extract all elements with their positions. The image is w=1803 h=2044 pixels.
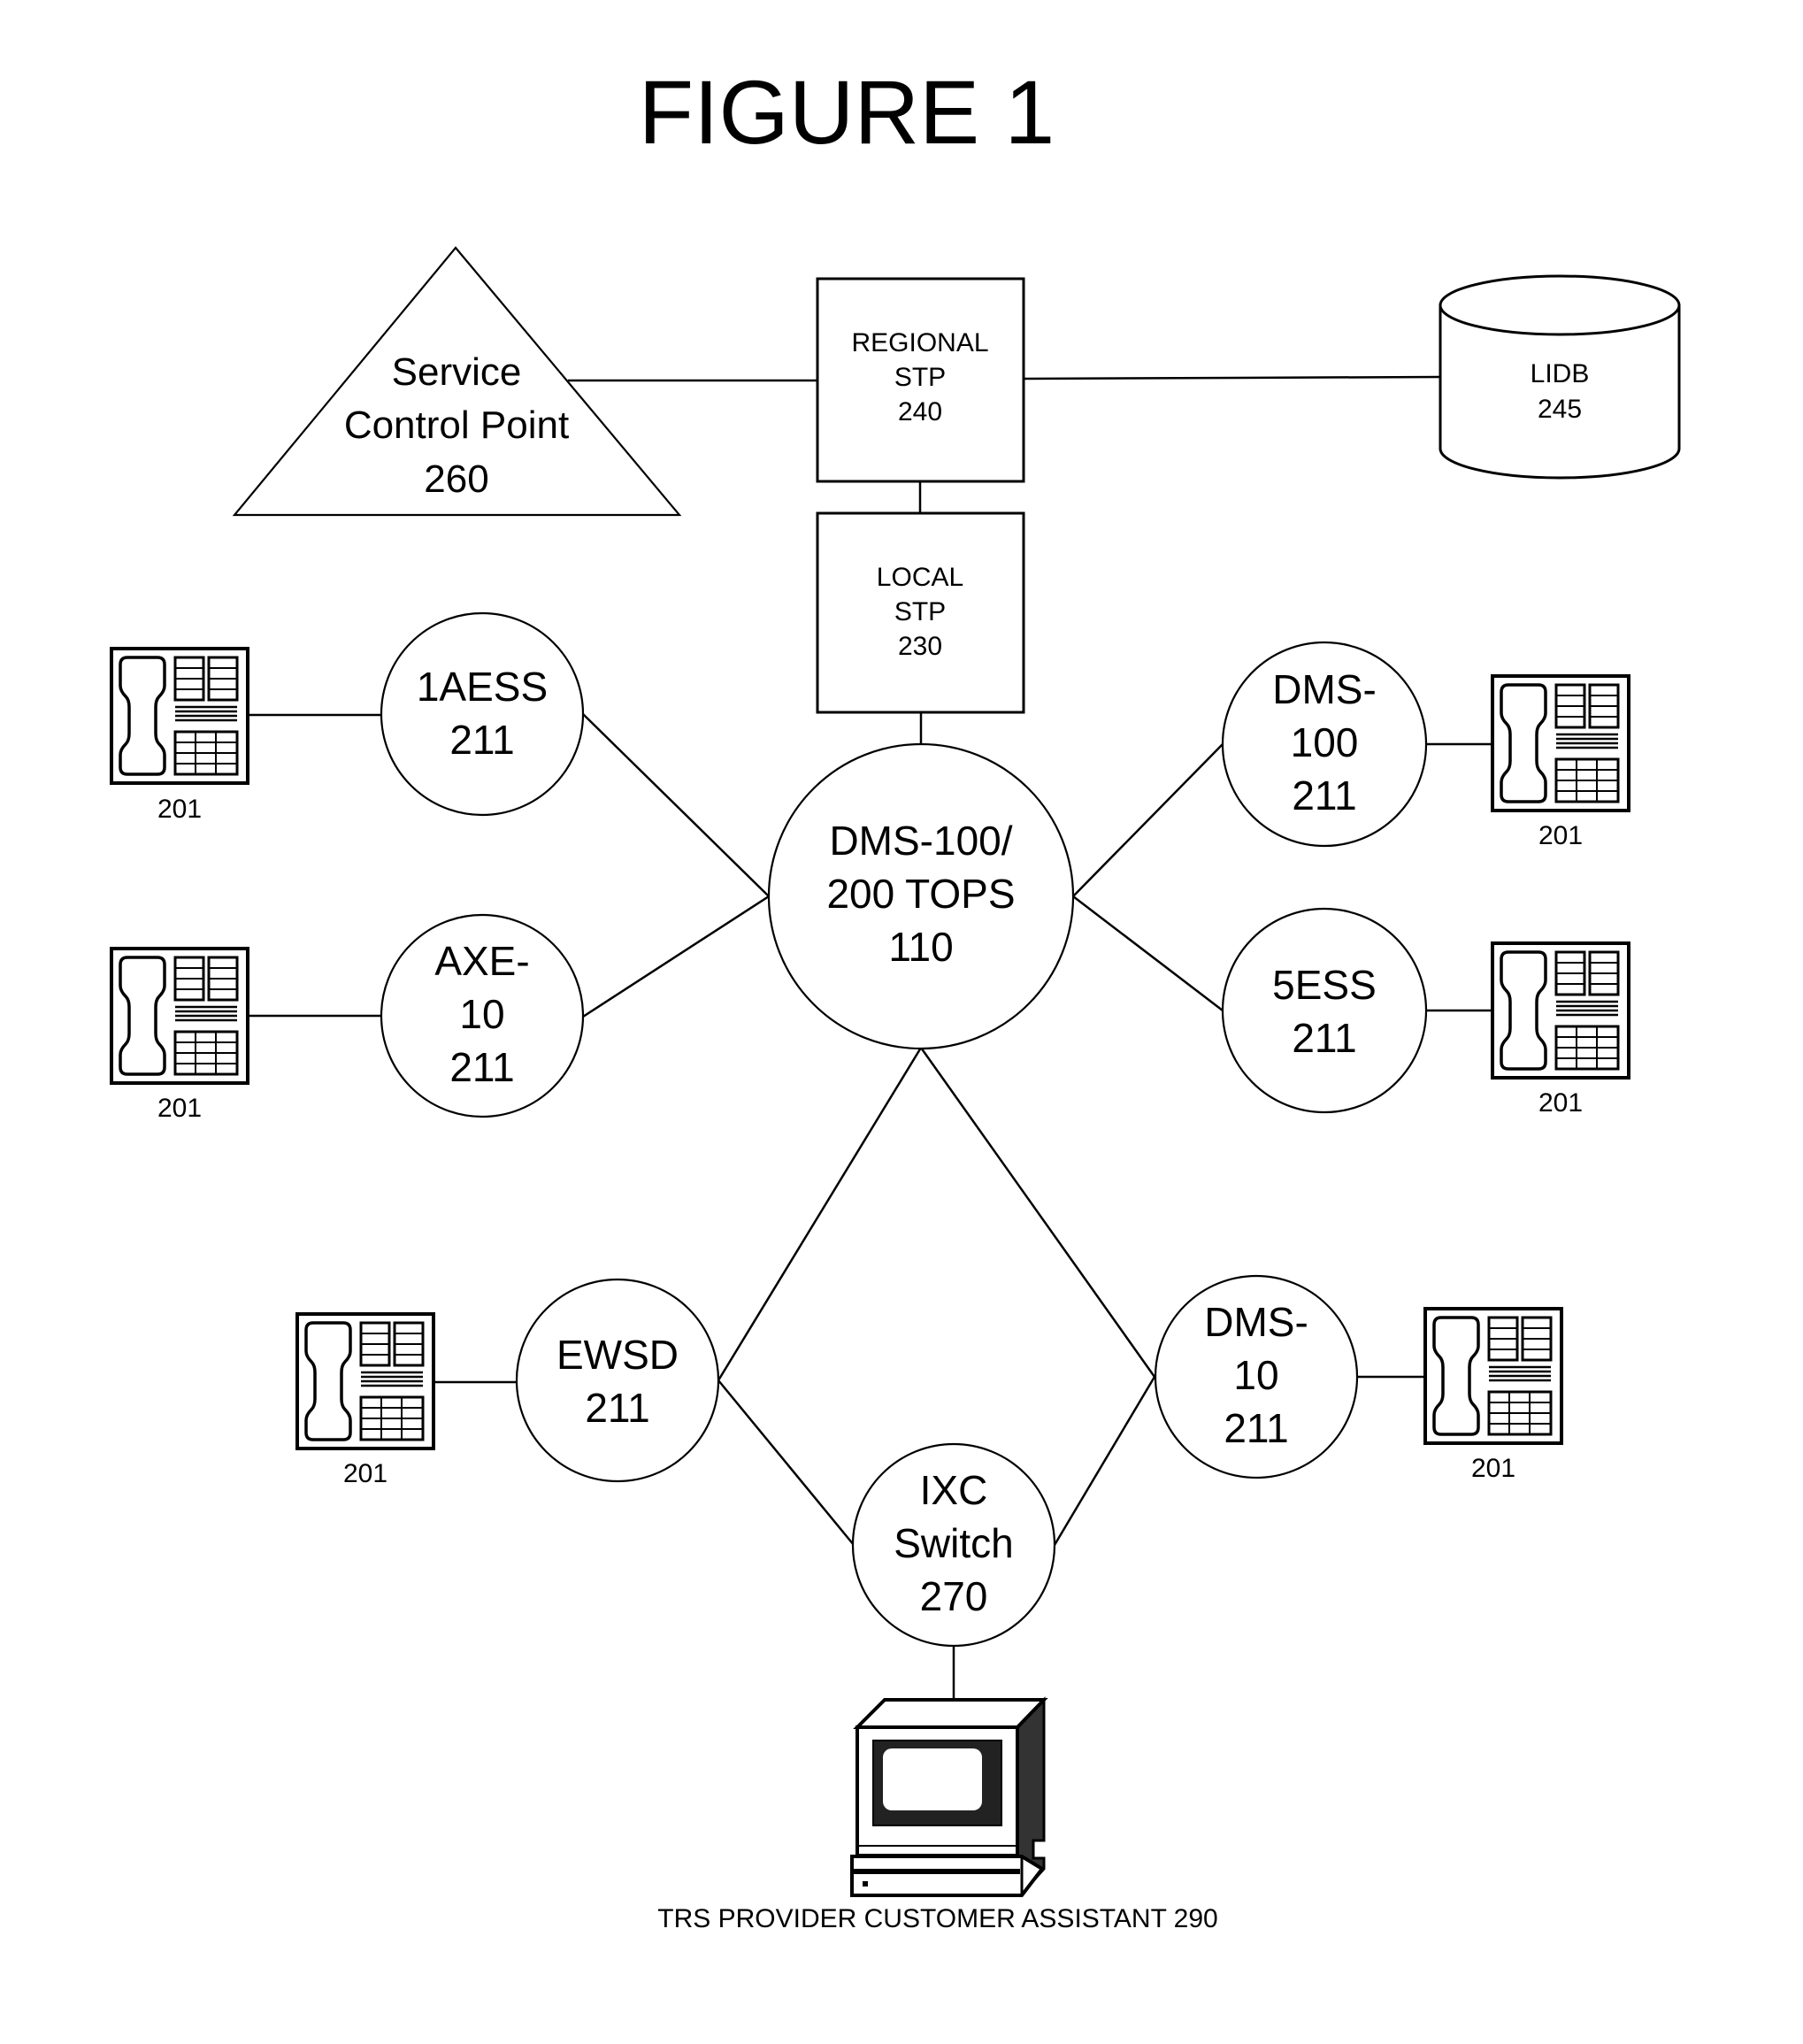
database-top-icon xyxy=(1439,274,1681,336)
node-label-line: 260 xyxy=(424,457,488,501)
link-ewsd-ixc xyxy=(717,1379,855,1546)
link-dms100-tops xyxy=(1072,743,1224,897)
node-label-line: IXC xyxy=(920,1467,988,1513)
node-label-line: 10 xyxy=(1233,1352,1278,1398)
switch-5ess-node[interactable]: 5ESS 211 xyxy=(1221,907,1428,1114)
ixc-switch-node[interactable]: IXC Switch 270 xyxy=(851,1442,1056,1648)
node-label-line: 211 xyxy=(585,1385,649,1431)
computer-terminal-icon xyxy=(850,1696,1048,1897)
node-label-line: DMS- xyxy=(1204,1299,1308,1345)
network-diagram: FIGURE 1 Service Control Point 260 REGIO… xyxy=(110,62,1681,1933)
link-5ess-tops xyxy=(1072,895,1224,1011)
node-label-line: AXE- xyxy=(434,938,529,984)
telephone-icon xyxy=(110,647,249,785)
node-label-line: STP xyxy=(894,597,946,626)
link-regional-stp-lidb xyxy=(1023,375,1441,380)
node-label-line: 211 xyxy=(449,717,514,763)
node-label-line: STP xyxy=(894,363,946,392)
link-1aess-tops xyxy=(582,713,770,897)
phone-label: 201 xyxy=(1471,1454,1515,1483)
switch-dms100-node[interactable]: DMS- 100 211 xyxy=(1221,641,1428,848)
phone-dms10[interactable]: 201 xyxy=(1423,1307,1563,1483)
node-label-line: Control Point xyxy=(344,403,569,447)
node-label-line: 270 xyxy=(920,1573,988,1619)
node-label-line: LIDB xyxy=(1531,359,1590,388)
node-label-line: 110 xyxy=(888,924,953,970)
node-label-line: 200 TOPS xyxy=(826,871,1015,917)
link-axe10-tops xyxy=(582,895,770,1018)
link-tops-ewsd xyxy=(717,1047,923,1381)
switch-dms10-node[interactable]: DMS- 10 211 xyxy=(1154,1274,1359,1479)
node-label-line: 240 xyxy=(898,397,942,426)
trs-terminal[interactable]: TRS PROVIDER CUSTOMER ASSISTANT 290 xyxy=(657,1696,1218,1933)
phone-label: 201 xyxy=(1538,821,1583,850)
switch-1aess-node[interactable]: 1AESS 211 xyxy=(380,611,585,817)
node-label-line: 100 xyxy=(1291,719,1359,765)
phone-label: 201 xyxy=(1538,1088,1583,1118)
node-label-line: 245 xyxy=(1538,395,1582,424)
switch-circle-icon xyxy=(1221,907,1428,1114)
node-label-line: DMS-100/ xyxy=(829,818,1012,864)
node-label-line: DMS- xyxy=(1272,666,1377,712)
local-stp-node[interactable]: LOCAL STP 230 xyxy=(816,511,1025,714)
switch-ewsd-node[interactable]: EWSD 211 xyxy=(515,1278,720,1483)
telephone-icon xyxy=(110,947,249,1085)
node-label-line: 1AESS xyxy=(417,664,548,710)
phone-ewsd[interactable]: 201 xyxy=(295,1312,435,1488)
link-dms10-ixc xyxy=(1053,1376,1156,1546)
telephone-icon xyxy=(295,1312,435,1450)
switch-axe10-node[interactable]: AXE- 10 211 xyxy=(380,913,585,1118)
node-label-line: REGIONAL xyxy=(851,328,988,357)
node-label-line: 211 xyxy=(1292,772,1356,818)
phone-label: 201 xyxy=(157,1094,202,1123)
phone-label: 201 xyxy=(157,795,202,824)
lidb-database-node[interactable]: LIDB 245 xyxy=(1439,274,1681,480)
telephone-icon xyxy=(1491,674,1630,812)
terminal-caption: TRS PROVIDER CUSTOMER ASSISTANT 290 xyxy=(657,1904,1218,1933)
phone-1aess[interactable]: 201 xyxy=(110,647,249,824)
node-label-line: 10 xyxy=(459,991,504,1037)
regional-stp-node[interactable]: REGIONAL STP 240 xyxy=(816,277,1025,483)
phone-dms100[interactable]: 201 xyxy=(1491,674,1630,850)
node-label-line: 211 xyxy=(1224,1405,1288,1451)
node-label-line: 211 xyxy=(449,1044,514,1090)
node-label-line: Switch xyxy=(894,1520,1013,1566)
phone-axe10[interactable]: 201 xyxy=(110,947,249,1123)
phone-5ess[interactable]: 201 xyxy=(1491,941,1630,1118)
phone-label: 201 xyxy=(343,1459,387,1488)
switch-circle-icon xyxy=(515,1278,720,1483)
node-label-line: LOCAL xyxy=(877,563,963,592)
node-label-line: EWSD xyxy=(556,1332,679,1378)
node-label-line: Service xyxy=(392,350,522,394)
figure-title: FIGURE 1 xyxy=(639,62,1055,163)
tops-switch-node[interactable]: DMS-100/ 200 TOPS 110 xyxy=(767,742,1075,1050)
telephone-icon xyxy=(1423,1307,1563,1445)
telephone-icon xyxy=(1491,941,1630,1080)
switch-circle-icon xyxy=(380,611,585,817)
link-tops-dms10 xyxy=(919,1047,1156,1378)
node-label-line: 211 xyxy=(1292,1015,1356,1061)
node-label-line: 230 xyxy=(898,632,942,661)
node-label-line: 5ESS xyxy=(1272,962,1377,1008)
